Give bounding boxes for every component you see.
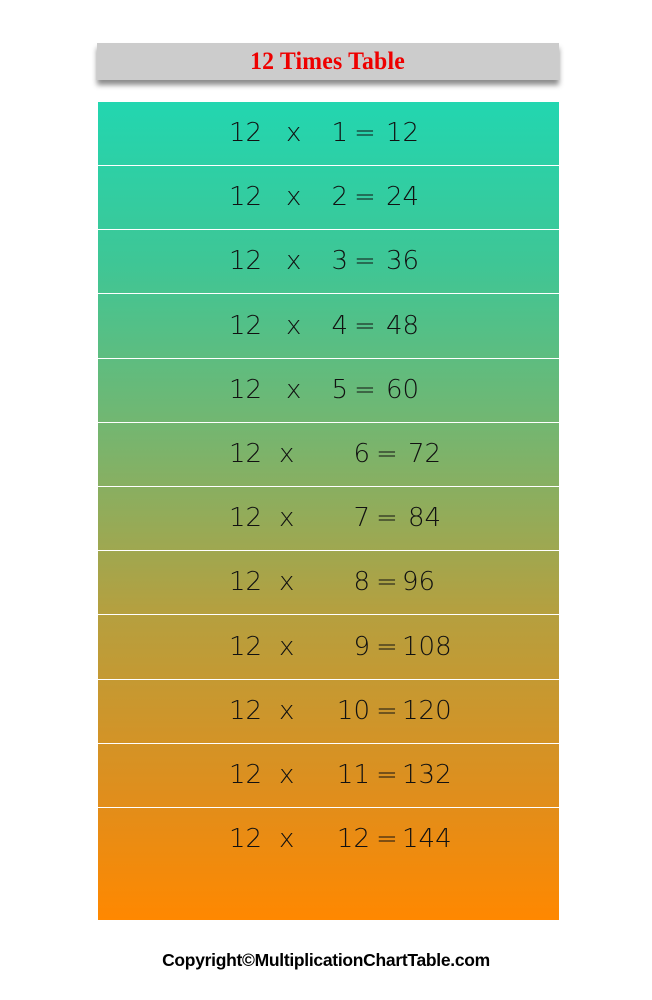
equals-sign: = bbox=[354, 246, 376, 277]
multiplier: 8 bbox=[353, 567, 370, 598]
equals-sign: = bbox=[354, 118, 376, 148]
operator-times: x bbox=[279, 503, 295, 534]
operator-times: x bbox=[279, 631, 295, 662]
operator-times: x bbox=[286, 246, 302, 277]
table-row: 12 x 7 = 84 bbox=[98, 487, 559, 552]
table-row: 12 x 8 = 96 bbox=[98, 551, 559, 616]
multiplicand: 12 bbox=[229, 182, 263, 213]
multiplier: 7 bbox=[353, 503, 370, 534]
times-table: 12 x 1 = 12 12 x 2 = 24 12 x 3 = 36 12 x 4 = 48 12 x 5 = 60 12 x 6 =… bbox=[98, 102, 559, 920]
multiplier: 6 bbox=[353, 439, 370, 469]
product: 60 bbox=[386, 374, 420, 405]
multiplier: 12 bbox=[336, 824, 370, 855]
operator-times: x bbox=[286, 374, 302, 405]
multiplicand: 12 bbox=[229, 695, 263, 726]
table-row: 12 x 5 = 60 bbox=[98, 359, 559, 423]
operator-times: x bbox=[286, 182, 302, 213]
equals-sign: = bbox=[376, 824, 398, 855]
title-banner: 12 Times Table bbox=[97, 43, 559, 80]
operator-times: x bbox=[279, 760, 295, 790]
table-row: 12 x 12 = 144 bbox=[98, 808, 559, 919]
multiplicand: 12 bbox=[229, 824, 263, 855]
product: 24 bbox=[386, 182, 420, 213]
equals-sign: = bbox=[376, 567, 398, 598]
multiplier: 4 bbox=[331, 310, 348, 341]
multiplier: 10 bbox=[336, 695, 370, 726]
operator-times: x bbox=[286, 310, 302, 341]
product: 132 bbox=[402, 760, 452, 790]
multiplier: 2 bbox=[331, 182, 348, 213]
operator-times: x bbox=[286, 118, 302, 148]
table-row: 12 x 10 = 120 bbox=[98, 680, 559, 744]
product: 144 bbox=[402, 824, 452, 855]
product: 120 bbox=[402, 695, 452, 726]
table-row: 12 x 6 = 72 bbox=[98, 423, 559, 487]
copyright-footer: Copyright©MultiplicationChartTable.com bbox=[162, 950, 490, 970]
multiplier: 9 bbox=[353, 631, 370, 662]
equals-sign: = bbox=[354, 310, 376, 341]
multiplicand: 12 bbox=[229, 631, 263, 662]
equals-sign: = bbox=[376, 503, 398, 534]
multiplicand: 12 bbox=[229, 118, 263, 148]
table-row: 12 x 4 = 48 bbox=[98, 295, 559, 359]
multiplier: 1 bbox=[331, 118, 348, 148]
product: 108 bbox=[402, 631, 452, 662]
operator-times: x bbox=[279, 439, 295, 469]
multiplicand: 12 bbox=[229, 503, 263, 534]
table-row: 12 x 1 = 12 bbox=[98, 102, 559, 166]
equals-sign: = bbox=[354, 182, 376, 213]
equals-sign: = bbox=[376, 439, 398, 469]
operator-times: x bbox=[279, 695, 295, 726]
equals-sign: = bbox=[376, 695, 398, 726]
multiplier: 5 bbox=[331, 374, 348, 405]
table-row: 12 x 2 = 24 bbox=[98, 166, 559, 231]
table-row: 12 x 3 = 36 bbox=[98, 230, 559, 295]
product: 48 bbox=[386, 310, 420, 341]
product: 36 bbox=[386, 246, 420, 277]
operator-times: x bbox=[279, 824, 295, 855]
multiplicand: 12 bbox=[229, 374, 263, 405]
product: 96 bbox=[402, 567, 436, 598]
operator-times: x bbox=[279, 567, 295, 598]
product: 84 bbox=[408, 503, 442, 534]
multiplier: 11 bbox=[336, 760, 370, 790]
equals-sign: = bbox=[354, 374, 376, 405]
page-title: 12 Times Table bbox=[250, 47, 406, 75]
equals-sign: = bbox=[376, 631, 398, 662]
multiplier: 3 bbox=[331, 246, 348, 277]
product: 12 bbox=[386, 118, 420, 148]
multiplicand: 12 bbox=[229, 567, 263, 598]
multiplicand: 12 bbox=[229, 439, 263, 469]
multiplicand: 12 bbox=[229, 246, 263, 277]
table-row: 12 x 9 = 108 bbox=[98, 616, 559, 680]
multiplicand: 12 bbox=[229, 760, 263, 790]
product: 72 bbox=[408, 439, 442, 469]
table-row: 12 x 11 = 132 bbox=[98, 744, 559, 808]
equals-sign: = bbox=[376, 760, 398, 790]
multiplicand: 12 bbox=[229, 310, 263, 341]
